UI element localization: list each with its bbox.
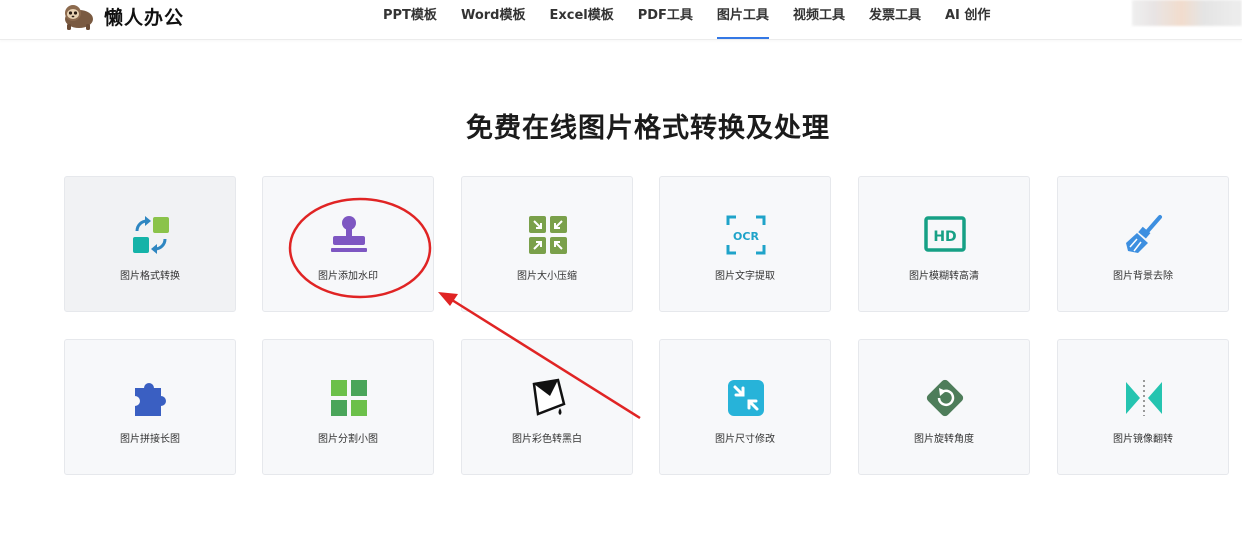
top-header: 懒人办公 PPT模板 Word模板 Excel模板 PDF工具 图片工具 视频工… bbox=[0, 0, 1242, 40]
mirror-flip-icon bbox=[1122, 376, 1166, 420]
tool-card-watermark[interactable]: 图片添加水印 bbox=[262, 176, 434, 312]
nav-item-excel[interactable]: Excel模板 bbox=[549, 0, 613, 39]
annotation-arrow-head bbox=[438, 292, 458, 306]
compress-icon bbox=[526, 213, 570, 257]
tool-card-format-convert[interactable]: 图片格式转换 bbox=[64, 176, 236, 312]
tool-card-split[interactable]: 图片分割小图 bbox=[262, 339, 434, 475]
tool-card-stitch[interactable]: 图片拼接长图 bbox=[64, 339, 236, 475]
tool-label: 图片彩色转黑白 bbox=[512, 434, 582, 445]
resize-icon bbox=[724, 376, 768, 420]
tool-label: 图片镜像翻转 bbox=[1113, 434, 1173, 445]
tool-card-grayscale[interactable]: 图片彩色转黑白 bbox=[461, 339, 633, 475]
nav-item-ai[interactable]: AI 创作 bbox=[945, 0, 990, 39]
nav-item-pdf[interactable]: PDF工具 bbox=[638, 0, 693, 39]
hd-icon: HD bbox=[923, 213, 967, 257]
paint-bucket-icon bbox=[526, 376, 570, 420]
svg-text:HD: HD bbox=[933, 229, 956, 245]
tool-card-ocr[interactable]: OCR 图片文字提取 bbox=[659, 176, 831, 312]
rotate-icon bbox=[923, 376, 967, 420]
puzzle-icon bbox=[129, 376, 173, 420]
tool-label: 图片尺寸修改 bbox=[715, 434, 775, 445]
ocr-icon: OCR bbox=[724, 213, 768, 257]
format-convert-icon bbox=[129, 213, 173, 257]
tool-card-compress[interactable]: 图片大小压缩 bbox=[461, 176, 633, 312]
tool-card-resize[interactable]: 图片尺寸修改 bbox=[659, 339, 831, 475]
tool-card-mirror[interactable]: 图片镜像翻转 bbox=[1057, 339, 1229, 475]
nav-item-image-tools[interactable]: 图片工具 bbox=[716, 0, 769, 39]
svg-text:OCR: OCR bbox=[733, 230, 759, 243]
tool-label: 图片格式转换 bbox=[120, 271, 180, 282]
broom-icon bbox=[1122, 213, 1166, 257]
grid-split-icon bbox=[327, 376, 371, 420]
nav-item-ppt[interactable]: PPT模板 bbox=[383, 0, 437, 39]
nav-item-video-tools[interactable]: 视频工具 bbox=[793, 0, 845, 39]
tool-card-bg-remove[interactable]: 图片背景去除 bbox=[1057, 176, 1229, 312]
tool-label: 图片文字提取 bbox=[715, 271, 775, 282]
tool-card-rotate[interactable]: 图片旋转角度 bbox=[858, 339, 1030, 475]
logo[interactable]: 懒人办公 bbox=[62, 1, 184, 31]
nav-item-word[interactable]: Word模板 bbox=[461, 0, 526, 39]
nav-item-invoice-tools[interactable]: 发票工具 bbox=[869, 0, 921, 39]
logo-text: 懒人办公 bbox=[104, 6, 185, 29]
tool-label: 图片背景去除 bbox=[1113, 271, 1173, 282]
main-nav: PPT模板 Word模板 Excel模板 PDF工具 图片工具 视频工具 发票工… bbox=[383, 0, 1014, 39]
tool-label: 图片旋转角度 bbox=[914, 434, 974, 445]
user-avatar[interactable] bbox=[1132, 0, 1242, 26]
watermark-stamp-icon bbox=[327, 213, 371, 257]
tool-label: 图片添加水印 bbox=[318, 271, 378, 282]
sloth-logo-icon bbox=[62, 2, 96, 30]
tool-label: 图片分割小图 bbox=[318, 434, 378, 445]
tool-label: 图片模糊转高清 bbox=[909, 271, 979, 282]
tool-label: 图片大小压缩 bbox=[517, 271, 577, 282]
tool-label: 图片拼接长图 bbox=[120, 434, 180, 445]
page-title: 免费在线图片格式转换及处理 bbox=[466, 113, 830, 144]
tool-card-hd[interactable]: HD 图片模糊转高清 bbox=[858, 176, 1030, 312]
